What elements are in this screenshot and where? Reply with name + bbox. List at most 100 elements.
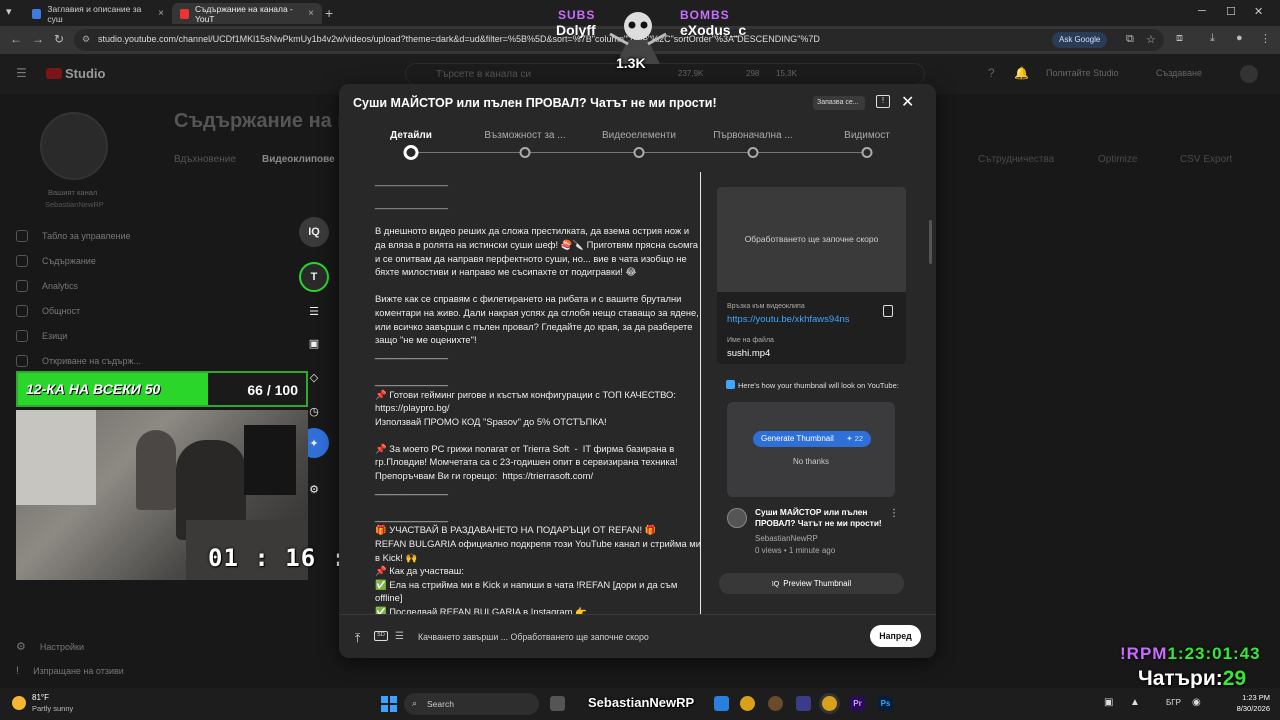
csv-export-button[interactable]: CSV Export [1180,154,1232,165]
description-tool-button[interactable]: ☰ [299,296,329,326]
app-icon[interactable] [714,696,729,711]
tab-close-icon[interactable]: × [308,8,314,19]
language-indicator[interactable]: БГР [1166,698,1181,707]
sidebar-item-languages[interactable]: Езици [16,330,67,342]
preview-video-title: Суши МАЙСТОР или пълен ПРОВАЛ? Чатът не … [755,507,882,528]
app-icon[interactable] [768,696,783,711]
taskbar-search[interactable]: ⌕ Search [404,693,539,715]
profile-icon[interactable]: ● [1236,32,1243,44]
sidebar-item-analytics[interactable]: Analytics [16,280,78,292]
step-dot-visibility[interactable] [861,147,873,158]
windows-start-icon[interactable] [381,696,397,712]
download-icon[interactable]: ⤓ [1210,32,1215,45]
back-icon[interactable]: ← [10,32,22,46]
overlay-streamer-name: SebastianNewRP [588,695,695,710]
sidebar-item-discovery[interactable]: Откриване на съдърж... [16,355,141,367]
generate-thumbnail-button[interactable]: Generate Thumbnail ✦ 22 [753,431,871,447]
try-studio-link[interactable]: Политайте Studio [1046,68,1119,78]
task-view-icon[interactable] [550,696,565,711]
channel-avatar[interactable] [40,112,108,180]
premiere-icon[interactable]: Pr [850,696,865,711]
browser-tab-2[interactable]: Съдържание на канала - YouT × [172,3,322,24]
description-paragraph: В днешното видео реших да сложа престилк… [375,225,698,278]
sidebar-item-dashboard[interactable]: Табло за управление [16,230,131,242]
ask-google-button[interactable]: Ask Google [1052,32,1108,48]
no-thanks-button[interactable]: No thanks [727,457,895,466]
extensions-icon[interactable]: ⧈ [1176,32,1183,45]
browser-tab-1[interactable]: Заглавия и описание за суш × [24,3,172,24]
copy-icon[interactable] [883,305,893,317]
gear-icon: ⚙ [16,641,26,653]
channel-avatar-small [727,508,747,528]
close-icon[interactable]: ✕ [901,92,914,112]
description-paragraph: Вижте как се справям с филетирането на р… [375,293,699,359]
step-video-elements[interactable]: Видеоелементи [602,130,676,141]
account-avatar[interactable] [1240,65,1258,83]
tab-menu-icon[interactable]: ▾ [6,5,12,18]
step-dot-checks[interactable] [747,147,759,158]
dialog-scrollbar[interactable] [929,220,932,264]
step-details[interactable]: Детайли [390,130,432,141]
photoshop-icon[interactable]: Ps [878,696,893,711]
more-options-icon[interactable]: ⋮ [889,508,899,519]
step-dot-monetization[interactable] [519,147,531,158]
create-button[interactable]: Създаване [1156,68,1202,78]
tab-close-icon[interactable]: × [158,8,164,19]
tray-icon[interactable]: ▲ [1130,697,1140,708]
notifications-icon[interactable]: 🔔 [1014,66,1029,80]
chrome-active-icon[interactable] [822,696,837,711]
stat-3: 15,3K [776,69,797,78]
weather-sun-icon[interactable] [12,696,26,710]
step-checks[interactable]: Първоначална ... [713,130,792,141]
wifi-icon[interactable]: ◉ [1192,697,1201,708]
tray-icon[interactable]: ▣ [1104,697,1113,708]
app-icon[interactable] [796,696,811,711]
thumbnail-preview: Generate Thumbnail ✦ 22 No thanks [727,402,895,497]
close-window-icon[interactable]: ✕ [1254,5,1263,18]
forward-icon[interactable]: → [32,32,44,46]
site-info-icon[interactable]: ⚙ [82,34,90,45]
video-preview-card: Обработването ще започне скоро Връзка къ… [717,187,906,364]
optimize-button[interactable]: Optimize [1098,154,1137,165]
maximize-icon[interactable]: ☐ [1226,5,1236,18]
step-visibility[interactable]: Видимост [844,130,890,141]
sidebar-item-community[interactable]: Общност [16,305,80,317]
tab-collaborations[interactable]: Сътрудничества [978,154,1054,165]
tab-inspiration[interactable]: Вдъхновение [174,154,236,165]
overlay-subs-label: SUBS [558,8,596,22]
description-textarea[interactable]: ______________ ______________ В днешното… [369,174,701,614]
studio-logo[interactable]: Studio [46,66,105,81]
preview-thumbnail-button[interactable]: IQ Preview Thumbnail [719,573,904,594]
text-tool-button[interactable]: T [299,262,329,292]
overlay-count: 1.3K [616,55,646,71]
step-dot-details[interactable] [403,145,419,160]
next-button[interactable]: Напред [870,625,921,647]
stat-2: 298 [746,69,760,78]
sidebar-item-settings[interactable]: ⚙ Настройки [16,640,84,653]
tab-videos[interactable]: Видеоклипове [262,154,335,165]
clock-date[interactable]: 8/30/2026 [1220,704,1270,713]
sd-badge-icon: SD [374,631,388,641]
new-tab-button[interactable]: + [325,5,333,21]
sidebar-label: Analytics [42,281,79,291]
report-icon[interactable]: ! [876,95,890,108]
bookmark-star-icon[interactable]: ☆ [1146,33,1156,46]
hamburger-icon[interactable]: ☰ [16,66,27,80]
sidebar-item-content[interactable]: Съдържание [16,255,96,267]
minimize-icon[interactable]: ─ [1198,5,1206,17]
sidebar-label: Изпращане на отзиви [33,666,124,676]
reload-icon[interactable]: ↻ [54,32,64,46]
image-tool-icon[interactable]: ▣ [299,328,329,358]
iq-tool-button[interactable]: IQ [299,217,329,247]
translate-icon[interactable]: ⧉ [1126,33,1134,46]
step-dot-video-elements[interactable] [633,147,645,158]
clock-time[interactable]: 1:23 PM [1226,693,1270,702]
menu-dots-icon[interactable]: ⋮ [1260,32,1271,45]
video-link[interactable]: https://youtu.be/xkhfaws94ns [727,314,850,325]
chrome-icon[interactable] [740,696,755,711]
sidebar-item-feedback[interactable]: ! Изпращане на отзиви [16,665,124,677]
step-monetization[interactable]: Възможност за ... [484,130,565,141]
help-icon[interactable]: ? [988,66,995,80]
description-separator: ______________ [375,175,448,186]
processing-text: Обработването ще започне скоро [744,234,879,244]
